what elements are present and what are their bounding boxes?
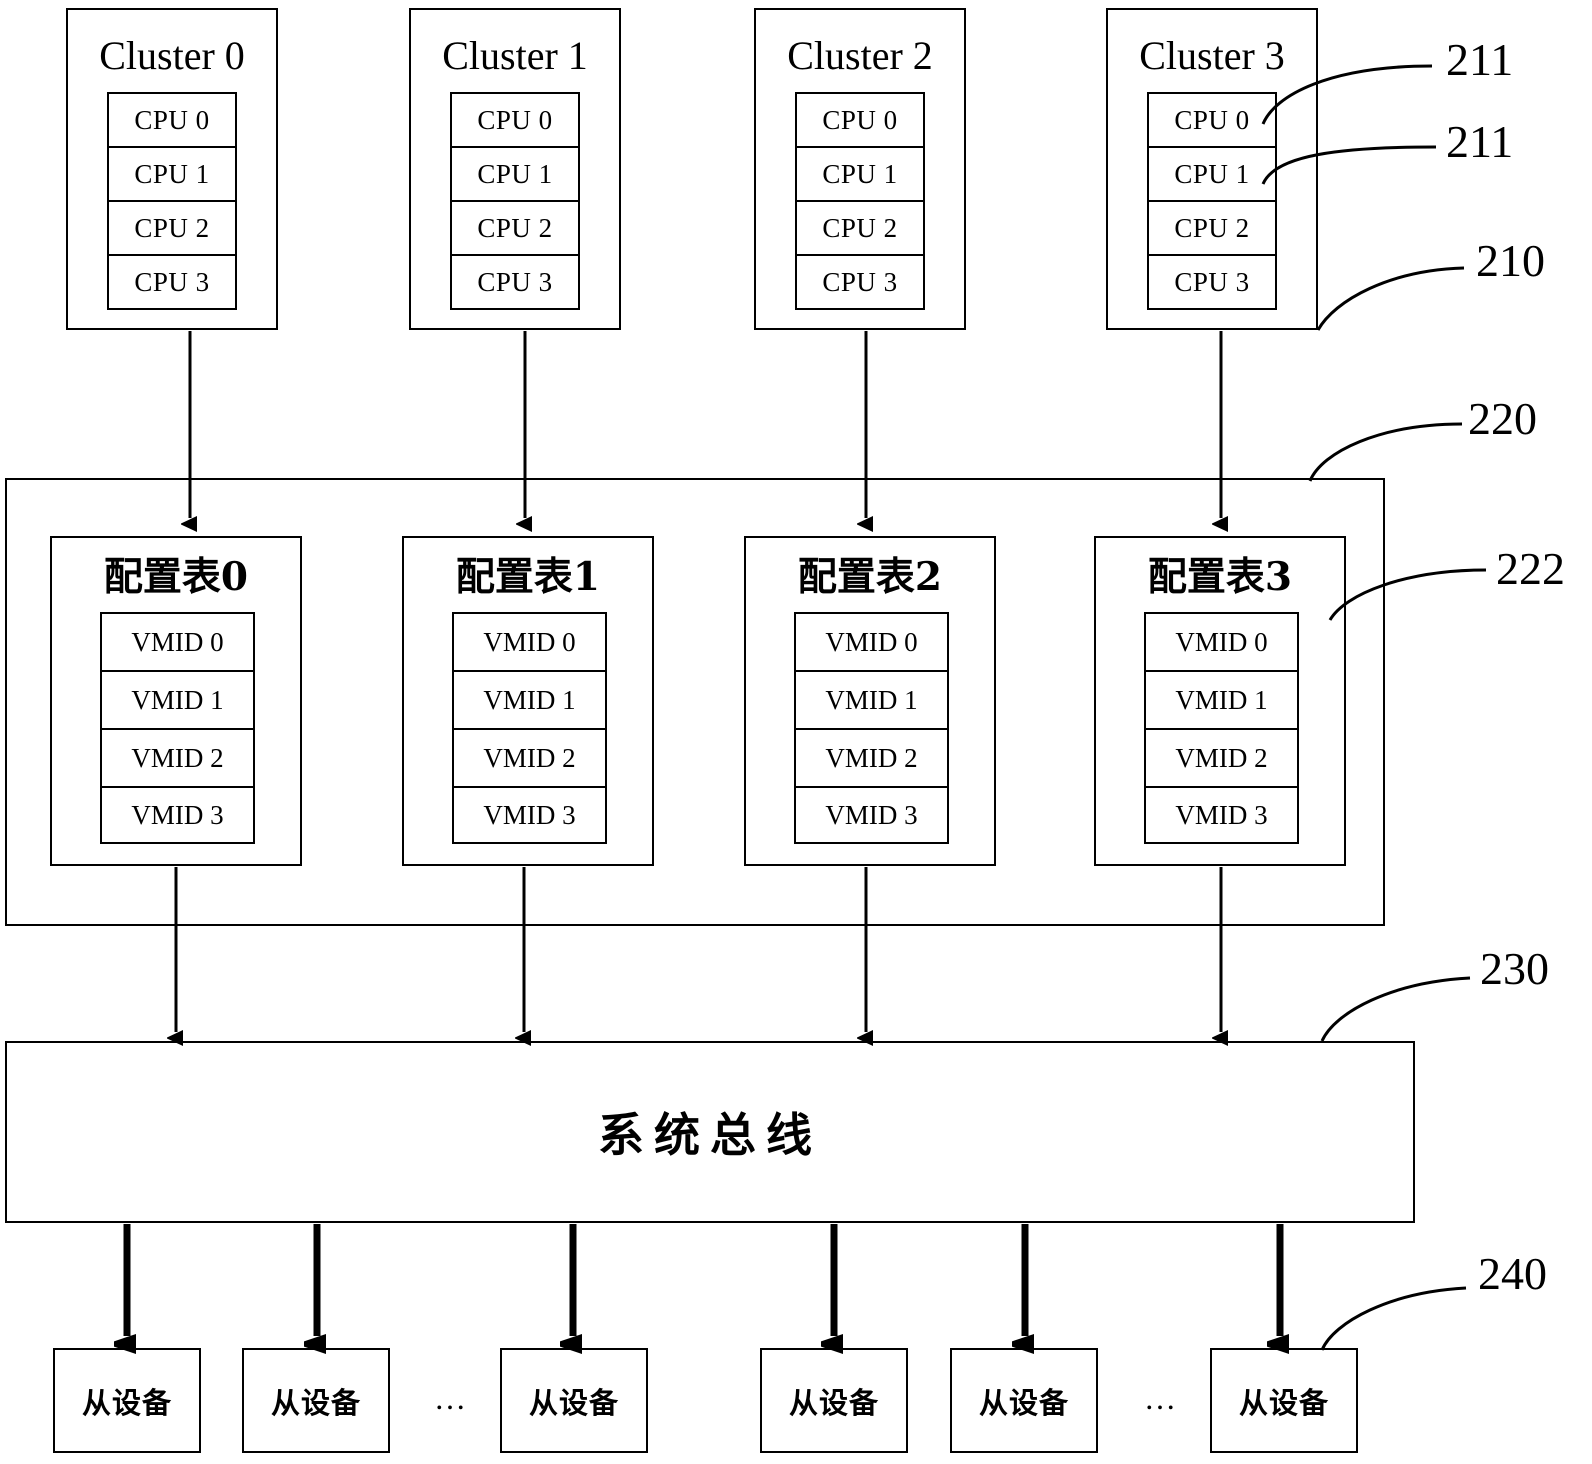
reference-numeral-211-b: 211 xyxy=(1446,116,1514,167)
vmid-cell: VMID 2 xyxy=(796,730,947,788)
slave-device-box-4: 从设备 xyxy=(950,1348,1098,1453)
vmid-cell: VMID 0 xyxy=(454,614,605,672)
cpu-stack-1: CPU 0 CPU 1 CPU 2 CPU 3 xyxy=(450,92,580,310)
reference-numeral-211-a: 211 xyxy=(1446,34,1514,85)
slave-device-box-2: 从设备 xyxy=(500,1348,648,1453)
vmid-cell: VMID 3 xyxy=(825,799,918,830)
cluster-title-2: Cluster 2 xyxy=(787,33,933,78)
slave-device-box-5: 从设备 xyxy=(1210,1348,1358,1453)
reference-numeral-220: 220 xyxy=(1468,393,1537,444)
vmid-cell: VMID 1 xyxy=(1146,672,1297,730)
vmid-cell: VMID 0 xyxy=(1146,614,1297,672)
vmid-cell: VMID 3 xyxy=(1175,799,1268,830)
vmid-cell: VMID 2 xyxy=(1146,730,1297,788)
cluster-box-1: Cluster 1 CPU 0 CPU 1 CPU 2 CPU 3 xyxy=(409,8,621,330)
reference-numeral-222: 222 xyxy=(1496,543,1565,594)
cluster-box-2: Cluster 2 CPU 0 CPU 1 CPU 2 CPU 3 xyxy=(754,8,966,330)
cpu-cell: CPU 0 xyxy=(1149,94,1275,148)
vmid-stack-0: VMID 0 VMID 1 VMID 2 VMID 3 xyxy=(100,612,255,844)
vmid-cell: VMID 3 xyxy=(131,799,224,830)
slave-ellipsis-1: … xyxy=(434,1380,469,1416)
cpu-cell: CPU 2 xyxy=(452,202,578,256)
cpu-cell: CPU 2 xyxy=(109,202,235,256)
vmid-cell: VMID 0 xyxy=(796,614,947,672)
figure-canvas: Cluster 0 CPU 0 CPU 1 CPU 2 CPU 3 Cluste… xyxy=(0,0,1592,1464)
cluster-title-1: Cluster 1 xyxy=(442,33,588,78)
cpu-cell: CPU 2 xyxy=(1149,202,1275,256)
slave-device-box-1: 从设备 xyxy=(242,1348,390,1453)
cpu-cell: CPU 0 xyxy=(452,94,578,148)
slave-ellipsis-2: … xyxy=(1144,1380,1179,1416)
config-table-title-0: 配置表0 xyxy=(103,554,249,600)
config-table-box-2: 配置表2 VMID 0 VMID 1 VMID 2 VMID 3 xyxy=(744,536,996,866)
config-table-box-0: 配置表0 VMID 0 VMID 1 VMID 2 VMID 3 xyxy=(50,536,302,866)
cpu-cell: CPU 3 xyxy=(1174,266,1250,297)
config-table-title-2: 配置表2 xyxy=(797,554,943,600)
cpu-stack-2: CPU 0 CPU 1 CPU 2 CPU 3 xyxy=(795,92,925,310)
cpu-cell: CPU 3 xyxy=(477,266,553,297)
vmid-cell: VMID 2 xyxy=(102,730,253,788)
slave-device-label: 从设备 xyxy=(81,1385,172,1420)
cpu-stack-3: CPU 0 CPU 1 CPU 2 CPU 3 xyxy=(1147,92,1277,310)
cpu-cell: CPU 3 xyxy=(822,266,898,297)
reference-numeral-240: 240 xyxy=(1478,1248,1547,1299)
config-table-title-1: 配置表1 xyxy=(455,554,601,600)
slave-device-box-0: 从设备 xyxy=(53,1348,201,1453)
config-table-title-3: 配置表3 xyxy=(1147,554,1293,600)
cluster-box-0: Cluster 0 CPU 0 CPU 1 CPU 2 CPU 3 xyxy=(66,8,278,330)
vmid-cell: VMID 1 xyxy=(454,672,605,730)
config-table-box-1: 配置表1 VMID 0 VMID 1 VMID 2 VMID 3 xyxy=(402,536,654,866)
slave-device-box-3: 从设备 xyxy=(760,1348,908,1453)
vmid-cell: VMID 1 xyxy=(796,672,947,730)
slave-device-label: 从设备 xyxy=(270,1385,361,1420)
vmid-cell: VMID 3 xyxy=(483,799,576,830)
cpu-cell: CPU 3 xyxy=(134,266,210,297)
vmid-cell: VMID 2 xyxy=(454,730,605,788)
vmid-stack-2: VMID 0 VMID 1 VMID 2 VMID 3 xyxy=(794,612,949,844)
cpu-cell: CPU 0 xyxy=(797,94,923,148)
cluster-title-3: Cluster 3 xyxy=(1139,33,1285,78)
system-bus-label: 系统总线 xyxy=(598,1108,822,1162)
slave-device-label: 从设备 xyxy=(1238,1385,1329,1420)
arrow-bus-to-slave xyxy=(127,1224,1280,1336)
cpu-cell: CPU 1 xyxy=(1149,148,1275,202)
config-table-box-3: 配置表3 VMID 0 VMID 1 VMID 2 VMID 3 xyxy=(1094,536,1346,866)
reference-numeral-230: 230 xyxy=(1480,943,1549,994)
cpu-cell: CPU 1 xyxy=(109,148,235,202)
system-bus-box: 系统总线 xyxy=(5,1041,1415,1223)
slave-device-label: 从设备 xyxy=(788,1385,879,1420)
cpu-cell: CPU 2 xyxy=(797,202,923,256)
slave-device-label: 从设备 xyxy=(528,1385,619,1420)
reference-numeral-210: 210 xyxy=(1476,235,1545,286)
slave-device-label: 从设备 xyxy=(978,1385,1069,1420)
vmid-stack-3: VMID 0 VMID 1 VMID 2 VMID 3 xyxy=(1144,612,1299,844)
vmid-cell: VMID 1 xyxy=(102,672,253,730)
cpu-cell: CPU 1 xyxy=(797,148,923,202)
cpu-cell: CPU 1 xyxy=(452,148,578,202)
cpu-cell: CPU 0 xyxy=(109,94,235,148)
cpu-stack-0: CPU 0 CPU 1 CPU 2 CPU 3 xyxy=(107,92,237,310)
vmid-stack-1: VMID 0 VMID 1 VMID 2 VMID 3 xyxy=(452,612,607,844)
cluster-box-3: Cluster 3 CPU 0 CPU 1 CPU 2 CPU 3 xyxy=(1106,8,1318,330)
vmid-cell: VMID 0 xyxy=(102,614,253,672)
cluster-title-0: Cluster 0 xyxy=(99,33,245,78)
